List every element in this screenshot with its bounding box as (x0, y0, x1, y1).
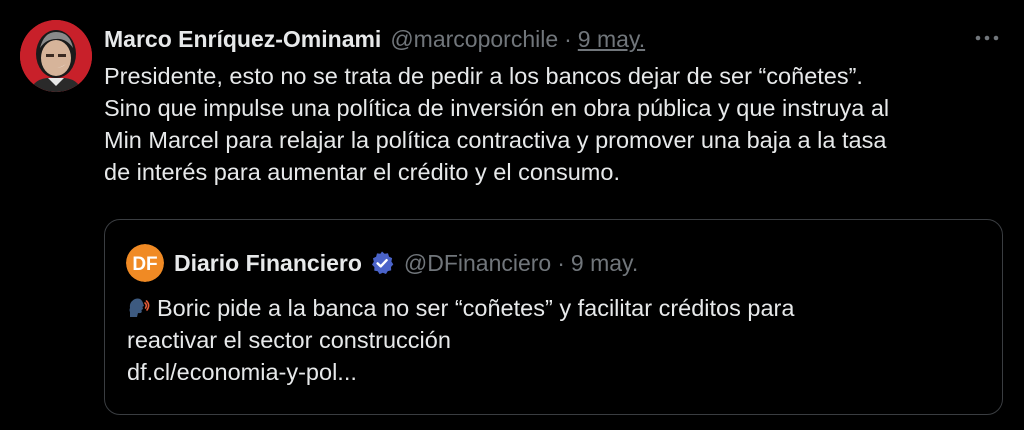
quoted-link[interactable]: df.cl/economia-y-pol... (127, 356, 987, 388)
tweet-text-line: de interés para aumentar el crédito y el… (104, 159, 620, 185)
tweet[interactable]: Marco Enríquez-Ominami @marcoporchile · … (0, 0, 1024, 430)
quoted-tweet-date: 9 may. (570, 249, 639, 276)
df-logo-text: DF (132, 254, 157, 275)
more-options-button[interactable] (972, 26, 1002, 50)
quoted-author-handle: @DFinanciero (403, 249, 552, 276)
tweet-header: Marco Enríquez-Ominami @marcoporchile · … (104, 22, 645, 56)
verified-badge-icon (369, 250, 395, 276)
more-horizontal-icon (975, 35, 999, 41)
author-handle[interactable]: @marcoporchile (390, 26, 558, 53)
author-avatar[interactable] (20, 20, 92, 92)
tweet-text: Presidente, esto no se trata de pedir a … (104, 60, 1004, 188)
quoted-text-line-1: Boric pide a la banca no ser “coñetes” y… (127, 292, 987, 324)
tweet-text-line: Sino que impulse una política de inversi… (104, 95, 890, 121)
quoted-text-line-1-content: Boric pide a la banca no ser “coñetes” y… (157, 295, 795, 321)
header-separator: · (564, 25, 572, 52)
quoted-tweet-header: Diario Financiero @DFinanciero · 9 may. (174, 244, 638, 282)
quoted-tweet-card[interactable]: DF Diario Financiero @DFinanciero · 9 ma… (104, 219, 1003, 415)
quoted-author-display-name: Diario Financiero (174, 249, 362, 276)
quoted-text-line-2: reactivar el sector construcción (127, 327, 451, 353)
person-photo-icon (20, 20, 92, 92)
quoted-author-avatar[interactable]: DF (126, 244, 164, 282)
speaking-head-emoji-icon (127, 296, 151, 320)
tweet-date-link[interactable]: 9 may. (578, 26, 645, 53)
df-logo-icon: DF (126, 244, 164, 282)
quoted-header-separator: · (557, 249, 565, 276)
quoted-tweet-text: Boric pide a la banca no ser “coñetes” y… (127, 292, 987, 388)
tweet-text-line: Presidente, esto no se trata de pedir a … (104, 63, 863, 89)
tweet-text-line: Min Marcel para relajar la política cont… (104, 127, 887, 153)
author-display-name[interactable]: Marco Enríquez-Ominami (104, 26, 381, 53)
